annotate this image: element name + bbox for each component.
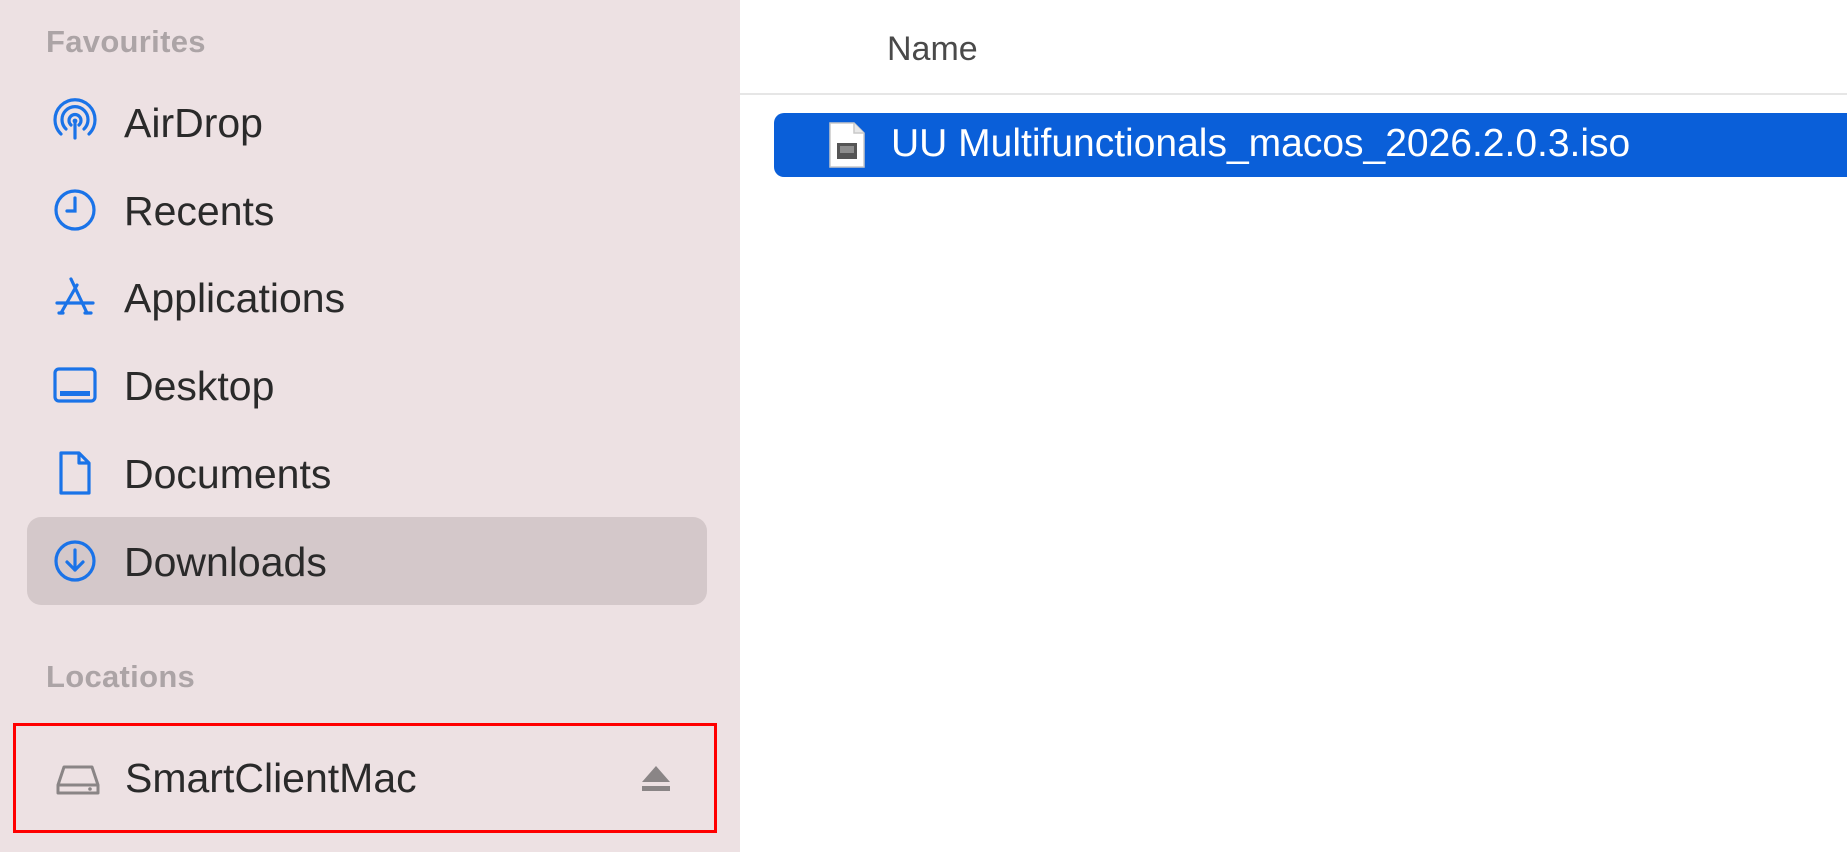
location-item-smartclientmac[interactable]: SmartClientMac: [13, 723, 717, 833]
disk-image-icon: [828, 121, 866, 169]
drive-icon: [54, 755, 102, 803]
sidebar-item-downloads[interactable]: Downloads: [27, 517, 707, 605]
sidebar-item-label: AirDrop: [124, 100, 263, 146]
location-item-label: SmartClientMac: [125, 755, 417, 801]
clock-icon: [51, 186, 99, 234]
sidebar-item-label: Applications: [124, 275, 346, 321]
column-header: Name: [740, 0, 1847, 95]
sidebar-item-label: Documents: [124, 451, 332, 497]
airdrop-icon: [51, 98, 99, 146]
sidebar-item-airdrop[interactable]: AirDrop: [27, 78, 707, 166]
sidebar-item-desktop[interactable]: Desktop: [27, 341, 707, 429]
eject-icon[interactable]: [638, 760, 674, 796]
file-row[interactable]: UU Multifunctionals_macos_2026.2.0.3.iso: [774, 113, 1847, 177]
applications-icon: [51, 273, 99, 321]
locations-header: Locations: [46, 659, 196, 694]
desktop-icon: [51, 361, 99, 409]
column-header-name[interactable]: Name: [887, 30, 978, 69]
sidebar-item-applications[interactable]: Applications: [27, 253, 707, 341]
sidebar: Favourites AirDrop Recents Applications …: [0, 0, 740, 852]
document-icon: [51, 449, 99, 497]
sidebar-item-recents[interactable]: Recents: [27, 166, 707, 254]
sidebar-item-label: Recents: [124, 188, 275, 234]
file-name: UU Multifunctionals_macos_2026.2.0.3.iso: [891, 122, 1631, 165]
sidebar-item-label: Desktop: [124, 363, 275, 409]
sidebar-item-documents[interactable]: Documents: [27, 429, 707, 517]
sidebar-item-label: Downloads: [124, 539, 327, 585]
file-list-pane: Name UU Multifunctionals_macos_2026.2.0.…: [740, 0, 1847, 852]
download-icon: [51, 537, 99, 585]
favourites-header: Favourites: [46, 24, 206, 59]
